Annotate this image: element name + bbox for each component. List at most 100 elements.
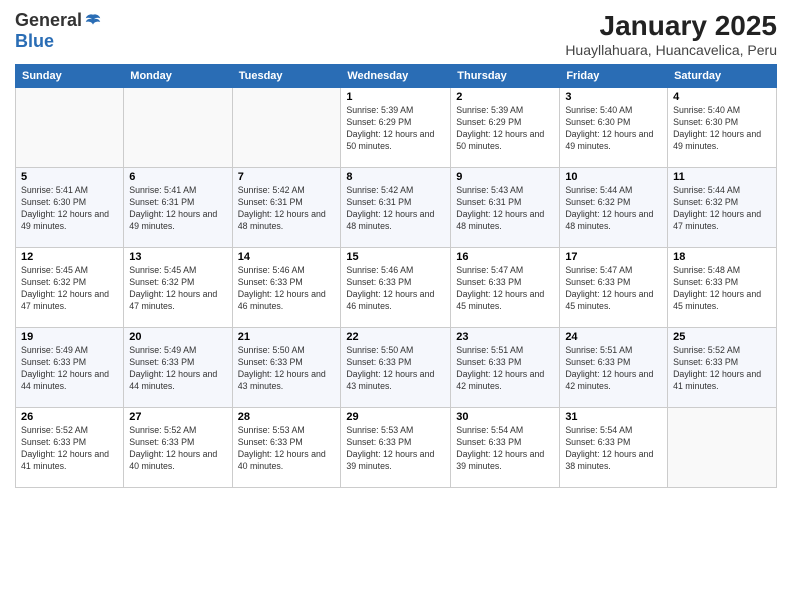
day-number: 3 [565, 91, 662, 103]
day-info: Sunrise: 5:42 AMSunset: 6:31 PMDaylight:… [238, 185, 336, 233]
day-info: Sunrise: 5:45 AMSunset: 6:32 PMDaylight:… [129, 265, 226, 313]
day-info: Sunrise: 5:48 AMSunset: 6:33 PMDaylight:… [673, 265, 771, 313]
day-info: Sunrise: 5:49 AMSunset: 6:33 PMDaylight:… [129, 345, 226, 393]
table-row [232, 88, 341, 168]
day-number: 31 [565, 411, 662, 423]
col-sunday: Sunday [16, 65, 124, 88]
col-tuesday: Tuesday [232, 65, 341, 88]
day-number: 30 [456, 411, 554, 423]
calendar-week-row: 26 Sunrise: 5:52 AMSunset: 6:33 PMDayligh… [16, 408, 777, 488]
calendar-header-row: Sunday Monday Tuesday Wednesday Thursday… [16, 65, 777, 88]
table-row: 24 Sunrise: 5:51 AMSunset: 6:33 PMDayligh… [560, 328, 668, 408]
day-number: 26 [21, 411, 118, 423]
day-number: 15 [346, 251, 445, 263]
day-number: 23 [456, 331, 554, 343]
day-info: Sunrise: 5:54 AMSunset: 6:33 PMDaylight:… [565, 425, 662, 473]
table-row: 13 Sunrise: 5:45 AMSunset: 6:32 PMDayligh… [124, 248, 232, 328]
table-row: 3 Sunrise: 5:40 AMSunset: 6:30 PMDaylight… [560, 88, 668, 168]
table-row: 19Sunrise: 5:49 AMSunset: 6:33 PMDayligh… [16, 328, 124, 408]
day-number: 29 [346, 411, 445, 423]
day-info: Sunrise: 5:51 AMSunset: 6:33 PMDaylight:… [456, 345, 554, 393]
table-row: 27Sunrise: 5:52 AMSunset: 6:33 PMDayligh… [124, 408, 232, 488]
day-number: 13 [129, 251, 226, 263]
page-subtitle: Huayllahuara, Huancavelica, Peru [565, 42, 777, 58]
day-number: 20 [129, 331, 226, 343]
table-row: 14 Sunrise: 5:46 AMSunset: 6:33 PMDayligh… [232, 248, 341, 328]
day-info: Sunrise: 5:47 AMSunset: 6:33 PMDaylight:… [456, 265, 554, 313]
table-row: 15Sunrise: 5:46 AMSunset: 6:33 PMDayligh… [341, 248, 451, 328]
table-row: 9 Sunrise: 5:43 AMSunset: 6:31 PMDaylight… [451, 168, 560, 248]
day-info: Sunrise: 5:50 AMSunset: 6:33 PMDaylight:… [238, 345, 336, 393]
day-number: 21 [238, 331, 336, 343]
table-row [124, 88, 232, 168]
col-wednesday: Wednesday [341, 65, 451, 88]
table-row [16, 88, 124, 168]
table-row: 25 Sunrise: 5:52 AMSunset: 6:33 PMDayligh… [668, 328, 777, 408]
table-row: 30 Sunrise: 5:54 AMSunset: 6:33 PMDayligh… [451, 408, 560, 488]
day-info: Sunrise: 5:52 AMSunset: 6:33 PMDaylight:… [129, 425, 226, 473]
day-number: 22 [346, 331, 445, 343]
day-number: 4 [673, 91, 771, 103]
table-row: 23 Sunrise: 5:51 AMSunset: 6:33 PMDayligh… [451, 328, 560, 408]
page: General Blue January 2025 Huayllahuara, … [0, 0, 792, 612]
table-row: 17 Sunrise: 5:47 AMSunset: 6:33 PMDayligh… [560, 248, 668, 328]
day-number: 1 [346, 91, 445, 103]
day-info: Sunrise: 5:40 AMSunset: 6:30 PMDaylight:… [673, 105, 771, 153]
table-row: 16 Sunrise: 5:47 AMSunset: 6:33 PMDayligh… [451, 248, 560, 328]
header: General Blue January 2025 Huayllahuara, … [15, 10, 777, 58]
day-info: Sunrise: 5:44 AMSunset: 6:32 PMDaylight:… [565, 185, 662, 233]
table-row: 5Sunrise: 5:41 AMSunset: 6:30 PMDaylight… [16, 168, 124, 248]
day-info: Sunrise: 5:45 AMSunset: 6:32 PMDaylight:… [21, 265, 118, 313]
logo-blue: Blue [15, 31, 102, 52]
day-info: Sunrise: 5:42 AMSunset: 6:31 PMDaylight:… [346, 185, 445, 233]
table-row: 28 Sunrise: 5:53 AMSunset: 6:33 PMDayligh… [232, 408, 341, 488]
title-block: January 2025 Huayllahuara, Huancavelica,… [565, 10, 777, 58]
day-number: 11 [673, 171, 771, 183]
day-number: 28 [238, 411, 336, 423]
day-number: 5 [21, 171, 118, 183]
col-saturday: Saturday [668, 65, 777, 88]
day-info: Sunrise: 5:47 AMSunset: 6:33 PMDaylight:… [565, 265, 662, 313]
day-info: Sunrise: 5:54 AMSunset: 6:33 PMDaylight:… [456, 425, 554, 473]
day-info: Sunrise: 5:52 AMSunset: 6:33 PMDaylight:… [21, 425, 118, 473]
table-row [668, 408, 777, 488]
day-info: Sunrise: 5:39 AMSunset: 6:29 PMDaylight:… [456, 105, 554, 153]
calendar-week-row: 12Sunrise: 5:45 AMSunset: 6:32 PMDayligh… [16, 248, 777, 328]
table-row: 20 Sunrise: 5:49 AMSunset: 6:33 PMDayligh… [124, 328, 232, 408]
day-number: 6 [129, 171, 226, 183]
calendar-week-row: 19Sunrise: 5:49 AMSunset: 6:33 PMDayligh… [16, 328, 777, 408]
day-number: 17 [565, 251, 662, 263]
table-row: 7 Sunrise: 5:42 AMSunset: 6:31 PMDaylight… [232, 168, 341, 248]
day-number: 8 [346, 171, 445, 183]
logo-general: General [15, 10, 82, 31]
table-row: 8 Sunrise: 5:42 AMSunset: 6:31 PMDaylight… [341, 168, 451, 248]
day-info: Sunrise: 5:51 AMSunset: 6:33 PMDaylight:… [565, 345, 662, 393]
table-row: 4 Sunrise: 5:40 AMSunset: 6:30 PMDaylight… [668, 88, 777, 168]
day-number: 14 [238, 251, 336, 263]
day-info: Sunrise: 5:40 AMSunset: 6:30 PMDaylight:… [565, 105, 662, 153]
day-number: 7 [238, 171, 336, 183]
table-row: 21 Sunrise: 5:50 AMSunset: 6:33 PMDayligh… [232, 328, 341, 408]
day-info: Sunrise: 5:52 AMSunset: 6:33 PMDaylight:… [673, 345, 771, 393]
table-row: 6 Sunrise: 5:41 AMSunset: 6:31 PMDaylight… [124, 168, 232, 248]
day-info: Sunrise: 5:41 AMSunset: 6:31 PMDaylight:… [129, 185, 226, 233]
day-info: Sunrise: 5:46 AMSunset: 6:33 PMDaylight:… [238, 265, 336, 313]
table-row: 10 Sunrise: 5:44 AMSunset: 6:32 PMDayligh… [560, 168, 668, 248]
table-row: 18 Sunrise: 5:48 AMSunset: 6:33 PMDayligh… [668, 248, 777, 328]
day-number: 25 [673, 331, 771, 343]
day-number: 9 [456, 171, 554, 183]
calendar-week-row: 1 Sunrise: 5:39 AMSunset: 6:29 PMDaylight… [16, 88, 777, 168]
day-info: Sunrise: 5:49 AMSunset: 6:33 PMDaylight:… [21, 345, 118, 393]
day-number: 10 [565, 171, 662, 183]
day-info: Sunrise: 5:50 AMSunset: 6:33 PMDaylight:… [346, 345, 445, 393]
day-number: 18 [673, 251, 771, 263]
col-friday: Friday [560, 65, 668, 88]
day-info: Sunrise: 5:53 AMSunset: 6:33 PMDaylight:… [238, 425, 336, 473]
table-row: 22 Sunrise: 5:50 AMSunset: 6:33 PMDayligh… [341, 328, 451, 408]
calendar-table: Sunday Monday Tuesday Wednesday Thursday… [15, 64, 777, 488]
day-info: Sunrise: 5:43 AMSunset: 6:31 PMDaylight:… [456, 185, 554, 233]
col-monday: Monday [124, 65, 232, 88]
day-number: 24 [565, 331, 662, 343]
day-number: 16 [456, 251, 554, 263]
table-row: 31 Sunrise: 5:54 AMSunset: 6:33 PMDayligh… [560, 408, 668, 488]
